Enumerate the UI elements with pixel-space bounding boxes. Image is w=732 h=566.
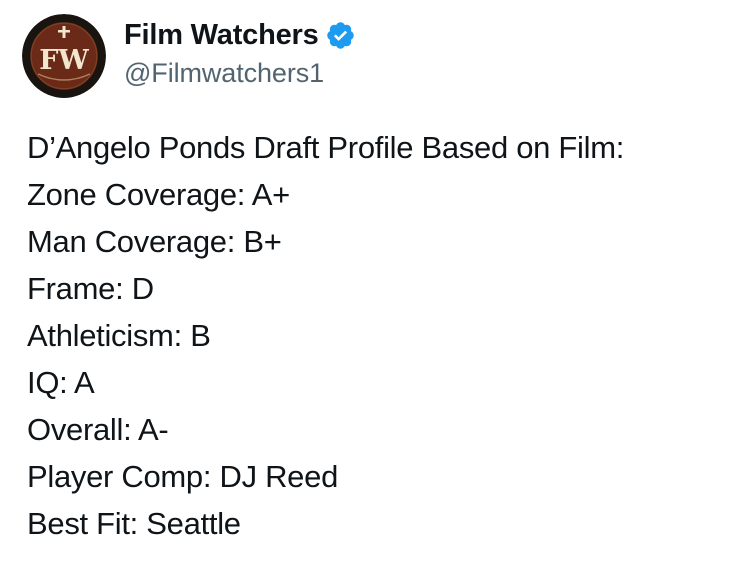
verified-badge-icon[interactable] xyxy=(325,20,356,51)
tweet-card: FW Film Watchers @Filmwatchers1 D’Angelo… xyxy=(0,0,732,566)
author-handle[interactable]: @Filmwatchers1 xyxy=(124,58,356,89)
avatar[interactable]: FW xyxy=(22,14,106,98)
tweet-line: Frame: D xyxy=(27,271,154,306)
tweet-line: D’Angelo Ponds Draft Profile Based on Fi… xyxy=(27,130,625,165)
tweet-text: D’Angelo Ponds Draft Profile Based on Fi… xyxy=(27,124,624,547)
author-display-name[interactable]: Film Watchers xyxy=(124,19,319,52)
film-watchers-logo-icon: FW xyxy=(22,14,106,98)
tweet-line: Athleticism: B xyxy=(27,318,211,353)
name-row: Film Watchers xyxy=(124,16,356,56)
tweet-line: IQ: A xyxy=(27,365,95,400)
tweet-line: Zone Coverage: A+ xyxy=(27,177,290,212)
tweet-line: Man Coverage: B+ xyxy=(27,224,282,259)
tweet-header: FW Film Watchers @Filmwatchers1 xyxy=(22,14,356,98)
author-identity: Film Watchers @Filmwatchers1 xyxy=(124,16,356,89)
tweet-line: Player Comp: DJ Reed xyxy=(27,459,339,494)
tweet-line: Overall: A- xyxy=(27,412,169,447)
avatar-letters: FW xyxy=(39,45,89,76)
tweet-line: Best Fit: Seattle xyxy=(27,506,241,541)
